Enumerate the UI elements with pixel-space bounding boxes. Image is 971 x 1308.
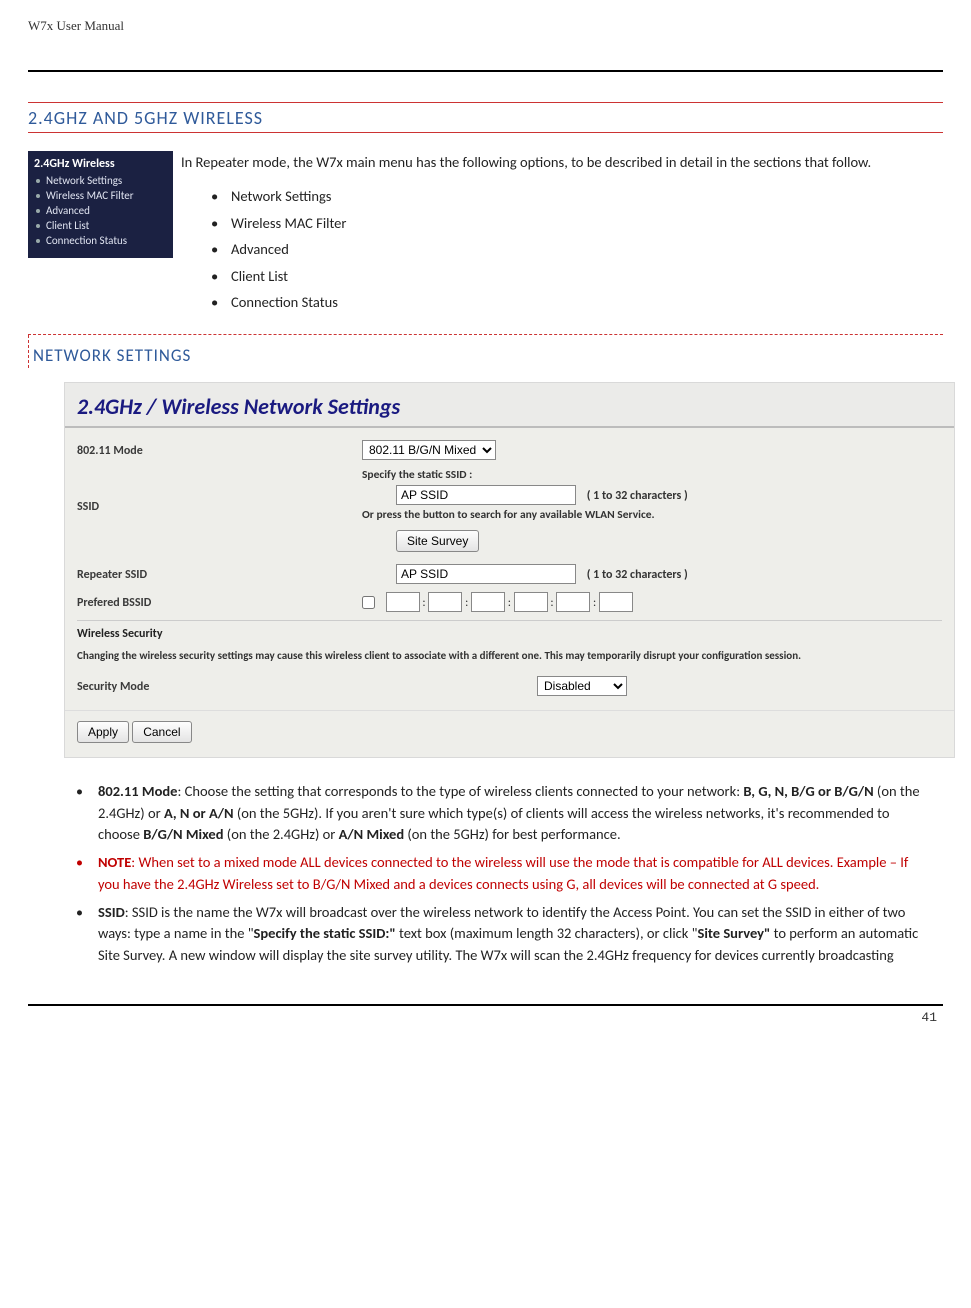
bullet-label: SSID <box>98 903 125 921</box>
bullet-ssid: SSID: SSID is the name the W7x will broa… <box>72 899 923 970</box>
repeater-char-limit: ( 1 to 32 characters ) <box>587 568 688 582</box>
preferred-bssid-checkbox[interactable] <box>362 596 375 609</box>
sidebar-item: Advanced <box>34 203 167 218</box>
site-survey-button[interactable]: Site Survey <box>396 530 479 552</box>
subsection-title: NETWORK SETTINGS <box>33 335 943 368</box>
bullet-text: : Choose the setting that corresponds to… <box>177 782 743 800</box>
bssid-octet-2[interactable] <box>428 592 462 612</box>
bullet-bold: A, N or A/N <box>164 804 234 822</box>
sidebar-item: Network Settings <box>34 173 167 188</box>
bullet-label: 802.11 Mode <box>98 782 177 800</box>
bullet-text: (on the 5GHz) for best performance. <box>404 825 621 843</box>
security-warning: Changing the wireless security settings … <box>77 643 942 672</box>
bssid-octet-4[interactable] <box>514 592 548 612</box>
bullet-80211-mode: 802.11 Mode: Choose the setting that cor… <box>72 778 923 849</box>
apply-button[interactable]: Apply <box>77 721 129 743</box>
settings-panel-screenshot: 2.4GHz / Wireless Network Settings 802.1… <box>64 382 955 758</box>
sidebar-item: Connection Status <box>34 233 167 248</box>
bullet-text: text box (maximum length 32 characters),… <box>396 924 698 942</box>
mode-select[interactable]: 802.11 B/G/N Mixed <box>362 440 496 460</box>
sidebar-item: Client List <box>34 218 167 233</box>
ssid-char-limit: ( 1 to 32 characters ) <box>587 489 688 503</box>
header-rule <box>28 70 943 72</box>
bssid-octet-3[interactable] <box>471 592 505 612</box>
doc-header: W7x User Manual <box>28 18 943 40</box>
page-number: 41 <box>28 1006 943 1025</box>
bullet-bold: Specify the static SSID:" <box>254 924 396 942</box>
sidebar-heading: 2.4GHz Wireless <box>34 155 167 173</box>
cancel-button[interactable]: Cancel <box>132 721 191 743</box>
sidebar-menu-image: 2.4GHz Wireless Network Settings Wireles… <box>28 151 173 258</box>
security-mode-label: Security Mode <box>77 676 537 694</box>
bssid-octet-1[interactable] <box>386 592 420 612</box>
repeater-ssid-input[interactable] <box>396 564 576 584</box>
bullet-bold: B, G, N, B/G or B/G/N <box>743 782 873 800</box>
bullet-label: NOTE <box>98 853 131 871</box>
ssid-hint-search: Or press the button to search for any av… <box>362 508 942 522</box>
intro-list-item: Wireless MAC Filter <box>211 210 937 236</box>
ssid-hint-static: Specify the static SSID : <box>362 468 942 482</box>
intro-list-item: Network Settings <box>211 183 937 209</box>
intro-list-item: Client List <box>211 263 937 289</box>
intro-list-item: Connection Status <box>211 289 937 315</box>
preferred-bssid-label: Prefered BSSID <box>77 592 362 610</box>
repeater-ssid-label: Repeater SSID <box>77 564 362 582</box>
bullet-note: NOTE: When set to a mixed mode ALL devic… <box>72 849 923 899</box>
section-title: 2.4GHZ AND 5GHZ WIRELESS <box>28 102 943 133</box>
bullet-bold: Site Survey" <box>697 924 770 942</box>
bssid-octet-5[interactable] <box>556 592 590 612</box>
bullet-bold: A/N Mixed <box>339 825 404 843</box>
mode-label: 802.11 Mode <box>77 440 362 458</box>
panel-title: 2.4GHz / Wireless Network Settings <box>65 383 954 428</box>
bullet-text: (on the 2.4GHz) or <box>224 825 339 843</box>
sidebar-item: Wireless MAC Filter <box>34 188 167 203</box>
security-mode-select[interactable]: Disabled <box>537 676 627 696</box>
intro-paragraph: In Repeater mode, the W7x main menu has … <box>181 151 937 173</box>
bullet-text: : When set to a mixed mode ALL devices c… <box>98 853 908 893</box>
intro-list-item: Advanced <box>211 236 937 262</box>
wireless-security-heading: Wireless Security <box>77 620 942 643</box>
ssid-input[interactable] <box>396 485 576 505</box>
bssid-octet-6[interactable] <box>599 592 633 612</box>
ssid-label: SSID <box>77 468 362 514</box>
bullet-bold: B/G/N Mixed <box>143 825 223 843</box>
